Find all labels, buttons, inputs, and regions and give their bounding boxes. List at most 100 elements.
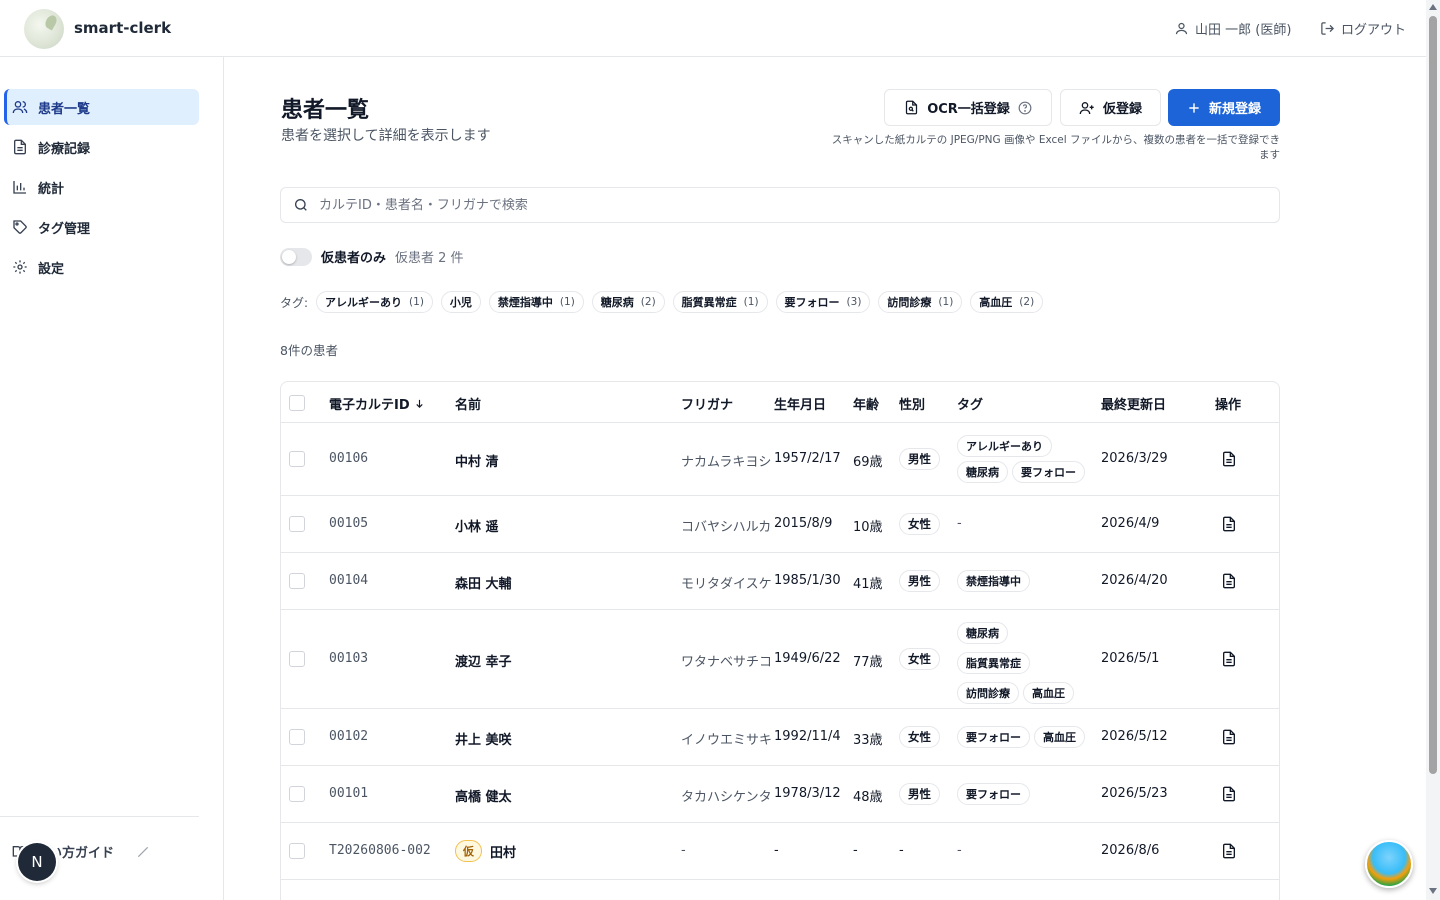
table-row[interactable]: 00102 井上 美咲 イノウエミサキ 1992/11/4 33歳 女性 要フォ… <box>281 709 1279 766</box>
sidebar-item-records[interactable]: 診療記録 <box>4 129 199 165</box>
patient-id: 00105 <box>329 516 369 531</box>
logout-button[interactable]: ログアウト <box>1320 19 1406 38</box>
edit-icon[interactable] <box>136 845 150 859</box>
sidebar-item-stats[interactable]: 統計 <box>4 169 199 205</box>
sidebar-item-settings[interactable]: 設定 <box>4 249 199 285</box>
user-name: 山田 一郎 (医師) <box>1195 23 1292 38</box>
new-register-button[interactable]: 新規登録 <box>1168 89 1280 126</box>
tag-chip-count: (1) <box>938 296 954 308</box>
plus-icon <box>1189 102 1199 113</box>
account-avatar[interactable]: N <box>18 843 56 881</box>
arrow-down-icon <box>415 399 423 408</box>
app-logo[interactable] <box>24 9 64 49</box>
toggle-label: 仮患者のみ <box>321 251 387 266</box>
tag-empty: - <box>957 516 962 531</box>
scrollbar-thumb[interactable] <box>1429 16 1437 774</box>
patient-name[interactable]: 高橋 健太 <box>455 786 512 805</box>
tag-badge: 要フォロー <box>1012 461 1085 483</box>
patient-kana: ナカムラキヨシ <box>681 455 772 470</box>
sidebar-item-tags[interactable]: タグ管理 <box>4 209 199 245</box>
patient-table: 電子カルテID 名前 フリガナ 生年月日 年齢 性別 タグ 最終更新日 操作 0… <box>280 381 1280 900</box>
column-header-id[interactable]: 電子カルテID <box>329 394 425 413</box>
table-row[interactable]: 00103 渡辺 幸子 ワタナベサチコ 1949/6/22 77歳 女性 糖尿病… <box>281 610 1279 709</box>
patient-id: 00103 <box>329 651 369 666</box>
last-updated: 2026/5/1 <box>1101 651 1160 666</box>
search-input[interactable] <box>319 197 1219 213</box>
document-icon[interactable] <box>1221 450 1237 468</box>
tag-filter-chip[interactable]: アレルギーあり (1) <box>316 291 433 313</box>
provisional-button-label: 仮登録 <box>1102 102 1142 117</box>
patient-name[interactable]: 小林 遥 <box>455 516 499 535</box>
user-menu[interactable]: 山田 一郎 (医師) <box>1174 19 1291 38</box>
patient-name[interactable]: 井上 美咲 <box>455 729 512 748</box>
provisional-only-toggle[interactable] <box>280 247 312 266</box>
patient-birth: 1949/6/22 <box>774 651 841 666</box>
tag-filter-chip[interactable]: 訪問診療 (1) <box>878 291 963 313</box>
row-checkbox[interactable] <box>289 651 305 667</box>
table-row[interactable]: T20260806-002 仮 田村 - - - - - 2026/8/6 <box>281 823 1279 880</box>
row-checkbox[interactable] <box>289 516 305 532</box>
table-row[interactable]: 00104 森田 大輔 モリタダイスケ 1985/1/30 41歳 男性 禁煙指… <box>281 553 1279 610</box>
sidebar-item-patients[interactable]: 患者一覧 <box>4 89 199 125</box>
select-all-checkbox[interactable] <box>289 395 305 411</box>
table-row[interactable]: 00106 中村 清 ナカムラキヨシ 1957/2/17 69歳 男性 アレルギ… <box>281 423 1279 496</box>
table-row[interactable]: 00105 小林 遥 コバヤシハルカ 2015/8/9 10歳 女性 - 202… <box>281 496 1279 553</box>
tag-filter-chip[interactable]: 要フォロー (3) <box>775 291 871 313</box>
patient-name-cell[interactable]: 仮 田村 <box>455 840 516 862</box>
tag-filter-chip[interactable]: 小児 <box>440 291 481 313</box>
row-checkbox[interactable] <box>289 786 305 802</box>
patient-age: - <box>853 843 858 858</box>
document-icon[interactable] <box>1221 650 1237 668</box>
tag-chip-count: (2) <box>640 296 656 308</box>
patient-birth: 2015/8/9 <box>774 516 833 531</box>
column-header-age: 年齢 <box>853 398 880 413</box>
brand-name[interactable]: smart-clerk <box>74 19 171 37</box>
help-circle-icon[interactable] <box>1018 101 1032 115</box>
user-plus-icon <box>1079 101 1094 114</box>
patient-age: 10歳 <box>853 520 883 535</box>
column-header-label: 電子カルテID <box>329 398 410 413</box>
tag-chip-count: (1) <box>409 296 424 308</box>
document-icon[interactable] <box>1221 842 1237 860</box>
patient-kana: イノウエミサキ <box>681 733 773 748</box>
table-row[interactable]: 00101 高橋 健太 タカハシケンタ 1978/3/12 48歳 男性 要フォ… <box>281 766 1279 823</box>
tag-badge: 糖尿病 <box>957 622 1008 644</box>
page-scrollbar[interactable] <box>1426 0 1440 900</box>
search-icon <box>295 199 307 211</box>
row-checkbox[interactable] <box>289 843 305 859</box>
tag-chip-name: 脂質異常症 <box>681 296 737 309</box>
gender-badge: 男性 <box>899 570 940 592</box>
document-icon[interactable] <box>1221 785 1237 803</box>
tag-chip-name: 禁煙指導中 <box>497 296 553 309</box>
tag-filter-chip[interactable]: 糖尿病 (2) <box>591 291 665 313</box>
provisional-register-button[interactable]: 仮登録 <box>1060 89 1161 126</box>
row-checkbox[interactable] <box>289 729 305 745</box>
row-checkbox[interactable] <box>289 573 305 589</box>
tag-chip-name: アレルギーあり <box>325 296 403 309</box>
patient-name[interactable]: 中村 清 <box>455 451 499 470</box>
patient-gender: - <box>899 843 904 858</box>
patient-kana: - <box>681 843 686 858</box>
new-button-label: 新規登録 <box>1208 102 1261 117</box>
patient-kana: コバヤシハルカ <box>681 520 772 535</box>
assistant-floating-button[interactable] <box>1365 840 1413 888</box>
row-checkbox[interactable] <box>289 451 305 467</box>
patient-name[interactable]: 森田 大輔 <box>455 573 512 592</box>
tag-filter-chip[interactable]: 脂質異常症 (1) <box>672 291 768 313</box>
patient-name[interactable]: 渡辺 幸子 <box>455 651 512 670</box>
scroll-up-arrow[interactable] <box>1429 4 1437 10</box>
last-updated: 2026/3/29 <box>1101 451 1168 466</box>
scroll-down-arrow[interactable] <box>1429 888 1437 894</box>
file-text-icon <box>14 139 26 155</box>
tag-chip-name: 要フォロー <box>784 296 840 309</box>
logout-label: ログアウト <box>1341 23 1407 38</box>
document-icon[interactable] <box>1221 515 1237 533</box>
document-icon[interactable] <box>1221 728 1237 746</box>
tag-badge: 訪問診療 <box>957 682 1019 704</box>
tag-filter-chip[interactable]: 高血圧 (2) <box>970 291 1044 313</box>
provisional-filter: 仮患者のみ 仮患者 2 件 <box>280 247 464 266</box>
ocr-bulk-register-button[interactable]: OCR一括登録 <box>884 89 1052 126</box>
tag-list: 要フォロー <box>957 783 1085 805</box>
tag-filter-chip[interactable]: 禁煙指導中 (1) <box>488 291 584 313</box>
document-icon[interactable] <box>1221 572 1237 590</box>
